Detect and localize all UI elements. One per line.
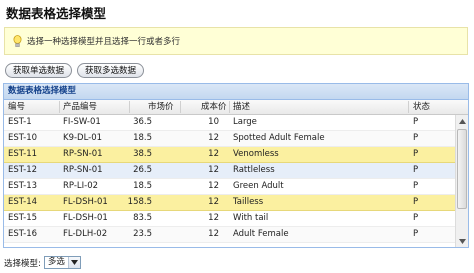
column-separator: [129, 101, 130, 113]
selection-mode-select[interactable]: 多选: [43, 256, 81, 269]
cell-market-price: 23.5: [133, 229, 152, 239]
grid-body: EST-1 FI-SW-01 36.5 10 Large P EST-10 K9-DL-01 1…: [4, 115, 455, 243]
table-row[interactable]: EST-16 FL-DLH-02 23.5 12 Adult Female P: [4, 227, 455, 243]
cell-id: EST-11: [8, 149, 38, 159]
column-separator: [180, 101, 181, 113]
data-grid: 数据表格选择模型 编号 产品编号 市场价 成本价 描述 状态 EST-1 FI-S…: [3, 83, 469, 248]
cell-cost-price: 12: [208, 197, 219, 207]
cell-id: EST-14: [8, 197, 38, 207]
column-header-cost-price[interactable]: 成本价: [201, 100, 227, 114]
cell-status: P: [413, 229, 419, 239]
cell-product-code: RP-LI-02: [63, 181, 99, 191]
lightbulb-icon: [11, 34, 23, 48]
cell-id: EST-12: [8, 165, 38, 175]
grid-header: 编号 产品编号 市场价 成本价 描述 状态: [4, 100, 468, 115]
column-separator: [408, 101, 409, 113]
cell-product-code: FL-DSH-01: [63, 213, 108, 223]
get-multi-selection-button[interactable]: 获取多选数据: [77, 63, 145, 78]
column-separator: [59, 101, 60, 113]
column-header-status[interactable]: 状态: [413, 100, 430, 114]
cell-status: P: [413, 213, 419, 223]
cell-status: P: [413, 181, 419, 191]
cell-description: With tail: [233, 213, 269, 223]
cell-product-code: FL-DLH-02: [63, 229, 108, 239]
button-row: 获取单选数据 获取多选数据: [5, 63, 145, 78]
grid-title: 数据表格选择模型: [4, 84, 468, 100]
cell-cost-price: 12: [208, 181, 219, 191]
cell-market-price: 158.5: [127, 197, 152, 207]
selection-mode-value: 多选: [47, 257, 65, 267]
cell-status: P: [413, 197, 419, 207]
column-separator: [229, 101, 230, 113]
cell-market-price: 18.5: [133, 181, 152, 191]
table-row[interactable]: EST-12 RP-SN-01 26.5 12 Rattleless P: [4, 163, 455, 179]
cell-product-code: FL-DSH-01: [63, 197, 108, 207]
cell-id: EST-1: [8, 117, 32, 127]
cell-product-code: FI-SW-01: [63, 117, 101, 127]
column-header-market-price[interactable]: 市场价: [148, 100, 174, 114]
tip-text: 选择一种选择模型并且选择一行或者多行: [27, 37, 181, 47]
cell-cost-price: 12: [208, 133, 219, 143]
table-row[interactable]: EST-13 RP-LI-02 18.5 12 Green Adult P: [4, 179, 455, 195]
scrollbar-thumb[interactable]: [457, 129, 467, 209]
cell-market-price: 38.5: [133, 149, 152, 159]
cell-market-price: 36.5: [133, 117, 152, 127]
cell-description: Spotted Adult Female: [233, 133, 325, 143]
cell-market-price: 26.5: [133, 165, 152, 175]
get-single-selection-button[interactable]: 获取单选数据: [5, 63, 73, 78]
cell-market-price: 83.5: [133, 213, 152, 223]
column-header-description[interactable]: 描述: [233, 100, 250, 114]
selection-mode: 选择模型: 多选: [4, 256, 81, 269]
cell-id: EST-10: [8, 133, 38, 143]
cell-cost-price: 12: [208, 149, 219, 159]
cell-status: P: [413, 149, 419, 159]
cell-description: Large: [233, 117, 257, 127]
cell-description: Venomless: [233, 149, 279, 159]
cell-description: Tailless: [233, 197, 264, 207]
table-row[interactable]: EST-14 FL-DSH-01 158.5 12 Tailless P: [4, 195, 455, 211]
cell-description: Rattleless: [233, 165, 275, 175]
cell-cost-price: 10: [208, 117, 219, 127]
vertical-scrollbar[interactable]: [455, 115, 468, 247]
cell-cost-price: 12: [208, 213, 219, 223]
cell-id: EST-16: [8, 229, 38, 239]
cell-description: Adult Female: [233, 229, 289, 239]
cell-product-code: K9-DL-01: [63, 133, 103, 143]
cell-status: P: [413, 165, 419, 175]
cell-cost-price: 12: [208, 229, 219, 239]
selection-mode-label: 选择模型:: [4, 258, 41, 269]
cell-status: P: [413, 133, 419, 143]
column-header-product[interactable]: 产品编号: [63, 100, 97, 114]
tip-banner: 选择一种选择模型并且选择一行或者多行: [4, 27, 468, 55]
cell-product-code: RP-SN-01: [63, 149, 103, 159]
table-row[interactable]: EST-10 K9-DL-01 18.5 12 Spotted Adult Female…: [4, 131, 455, 147]
table-row[interactable]: EST-15 FL-DSH-01 83.5 12 With tail P: [4, 211, 455, 227]
cell-description: Green Adult: [233, 181, 284, 191]
column-header-id[interactable]: 编号: [8, 100, 25, 114]
arrow-up-icon[interactable]: [456, 115, 468, 127]
chevron-down-icon[interactable]: [67, 257, 80, 268]
arrow-down-icon[interactable]: [456, 235, 468, 247]
page-title: 数据表格选择模型: [6, 6, 107, 21]
table-row[interactable]: EST-11 RP-SN-01 38.5 12 Venomless P: [4, 147, 455, 163]
cell-status: P: [413, 117, 419, 127]
cell-id: EST-15: [8, 213, 38, 223]
cell-market-price: 18.5: [133, 133, 152, 143]
cell-product-code: RP-SN-01: [63, 165, 103, 175]
table-row[interactable]: EST-1 FI-SW-01 36.5 10 Large P: [4, 115, 455, 131]
cell-cost-price: 12: [208, 165, 219, 175]
cell-id: EST-13: [8, 181, 38, 191]
